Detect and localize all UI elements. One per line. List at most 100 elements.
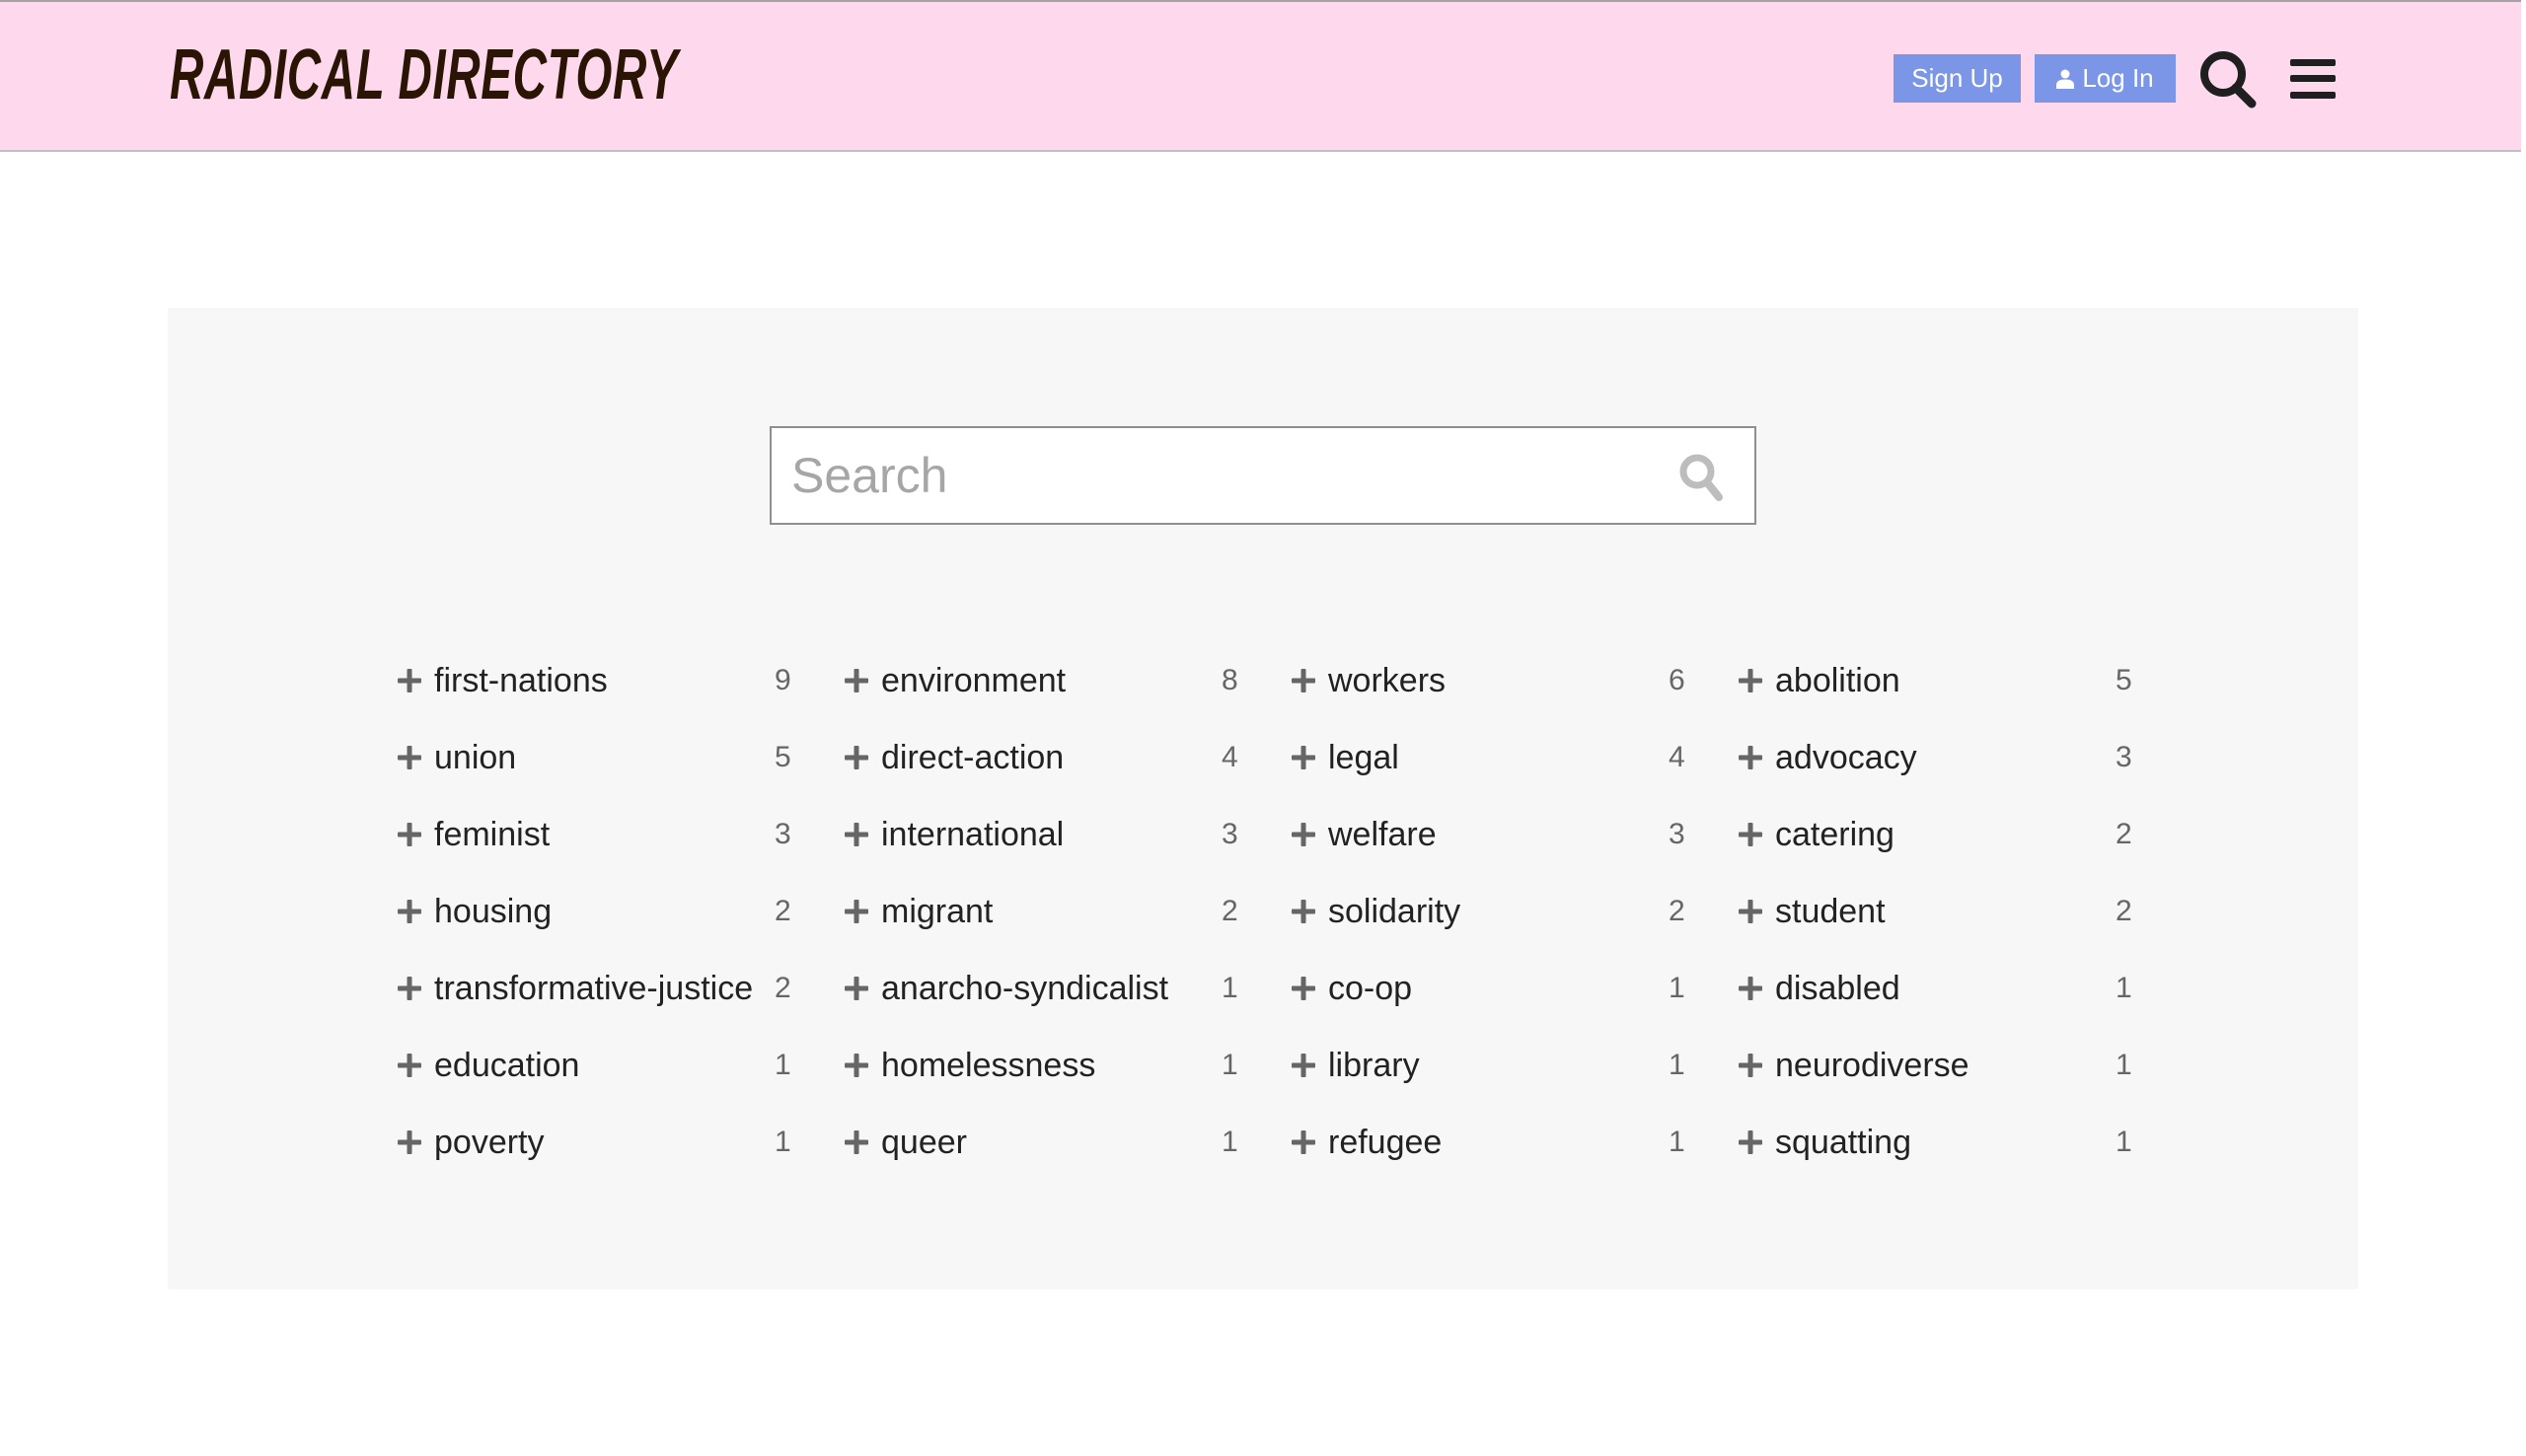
tag-item[interactable]: environment 8	[845, 651, 1259, 710]
site-logo[interactable]: RADICAL DIRECTORY	[170, 32, 679, 118]
tag-count: 2	[1222, 895, 1238, 927]
tag-item[interactable]: feminist 3	[398, 805, 812, 864]
hamburger-menu-icon[interactable]	[2287, 55, 2339, 103]
tag-count: 3	[2116, 741, 2132, 773]
tag-item[interactable]: first-nations 9	[398, 651, 812, 710]
plus-icon[interactable]	[1292, 977, 1315, 1000]
tag-item[interactable]: abolition 5	[1739, 651, 2153, 710]
plus-icon[interactable]	[398, 669, 421, 692]
tag-item[interactable]: student 2	[1739, 882, 2153, 941]
tag-item[interactable]: anarcho-syndicalist 1	[845, 959, 1259, 1018]
tag-label[interactable]: international	[881, 816, 1064, 854]
plus-icon[interactable]	[1292, 746, 1315, 769]
tag-label[interactable]: housing	[434, 893, 552, 931]
tag-item[interactable]: union 5	[398, 728, 812, 787]
tag-item[interactable]: queer 1	[845, 1113, 1259, 1172]
tag-item[interactable]: library 1	[1292, 1036, 1706, 1095]
tag-item[interactable]: neurodiverse 1	[1739, 1036, 2153, 1095]
tag-label[interactable]: first-nations	[434, 662, 608, 700]
plus-icon[interactable]	[398, 900, 421, 923]
plus-icon[interactable]	[398, 746, 421, 769]
tag-item[interactable]: co-op 1	[1292, 959, 1706, 1018]
plus-icon[interactable]	[1292, 1130, 1315, 1154]
tag-label[interactable]: education	[434, 1047, 579, 1085]
tag-item[interactable]: welfare 3	[1292, 805, 1706, 864]
plus-icon[interactable]	[845, 823, 868, 846]
tag-label[interactable]: squatting	[1775, 1124, 1911, 1162]
tag-label[interactable]: neurodiverse	[1775, 1047, 1969, 1085]
plus-icon[interactable]	[1292, 1054, 1315, 1077]
tag-label[interactable]: anarcho-syndicalist	[881, 970, 1168, 1008]
tag-item[interactable]: disabled 1	[1739, 959, 2153, 1018]
tag-item[interactable]: poverty 1	[398, 1113, 812, 1172]
tag-count: 2	[775, 972, 791, 1004]
tag-label[interactable]: welfare	[1328, 816, 1437, 854]
tag-label[interactable]: feminist	[434, 816, 550, 854]
tag-label[interactable]: poverty	[434, 1124, 545, 1162]
tag-item[interactable]: direct-action 4	[845, 728, 1259, 787]
plus-icon[interactable]	[1292, 900, 1315, 923]
tag-item[interactable]: housing 2	[398, 882, 812, 941]
tag-item[interactable]: refugee 1	[1292, 1113, 1706, 1172]
tag-label[interactable]: migrant	[881, 893, 993, 931]
tag-item[interactable]: international 3	[845, 805, 1259, 864]
plus-icon[interactable]	[1292, 823, 1315, 846]
plus-icon[interactable]	[1739, 746, 1762, 769]
tag-label[interactable]: direct-action	[881, 739, 1064, 777]
tag-item[interactable]: advocacy 3	[1739, 728, 2153, 787]
search-icon[interactable]	[2198, 49, 2260, 109]
tag-label[interactable]: advocacy	[1775, 739, 1917, 777]
tag-count: 1	[775, 1126, 791, 1158]
plus-icon[interactable]	[398, 1054, 421, 1077]
plus-icon[interactable]	[845, 669, 868, 692]
plus-icon[interactable]	[845, 746, 868, 769]
search-submit-icon[interactable]	[1677, 452, 1727, 503]
tag-item[interactable]: education 1	[398, 1036, 812, 1095]
plus-icon[interactable]	[1739, 900, 1762, 923]
tag-label[interactable]: student	[1775, 893, 1886, 931]
tag-label[interactable]: environment	[881, 662, 1066, 700]
search-box	[770, 426, 1756, 525]
tag-count: 1	[1222, 972, 1238, 1004]
tag-item[interactable]: workers 6	[1292, 651, 1706, 710]
tag-item[interactable]: transformative-justice 2	[398, 959, 812, 1018]
plus-icon[interactable]	[1739, 1054, 1762, 1077]
tag-label[interactable]: refugee	[1328, 1124, 1442, 1162]
plus-icon[interactable]	[845, 1054, 868, 1077]
plus-icon[interactable]	[398, 977, 421, 1000]
tag-item[interactable]: homelessness 1	[845, 1036, 1259, 1095]
tag-item[interactable]: solidarity 2	[1292, 882, 1706, 941]
tag-count: 1	[1669, 1049, 1685, 1081]
tag-label[interactable]: disabled	[1775, 970, 1900, 1008]
tag-label[interactable]: library	[1328, 1047, 1420, 1085]
tag-label[interactable]: transformative-justice	[434, 970, 753, 1008]
tag-label[interactable]: abolition	[1775, 662, 1900, 700]
tag-item[interactable]: squatting 1	[1739, 1113, 2153, 1172]
tag-label[interactable]: legal	[1328, 739, 1399, 777]
tag-count: 1	[1669, 1126, 1685, 1158]
sign-up-button[interactable]: Sign Up	[1894, 54, 2021, 103]
tag-label[interactable]: co-op	[1328, 970, 1412, 1008]
plus-icon[interactable]	[398, 1130, 421, 1154]
plus-icon[interactable]	[1739, 977, 1762, 1000]
plus-icon[interactable]	[845, 977, 868, 1000]
tag-label[interactable]: union	[434, 739, 516, 777]
tag-label[interactable]: homelessness	[881, 1047, 1095, 1085]
search-input[interactable]	[772, 428, 1660, 523]
plus-icon[interactable]	[1739, 669, 1762, 692]
tag-item[interactable]: legal 4	[1292, 728, 1706, 787]
plus-icon[interactable]	[398, 823, 421, 846]
tag-label[interactable]: workers	[1328, 662, 1446, 700]
plus-icon[interactable]	[1739, 1130, 1762, 1154]
plus-icon[interactable]	[845, 900, 868, 923]
tag-label[interactable]: solidarity	[1328, 893, 1460, 931]
tag-item[interactable]: migrant 2	[845, 882, 1259, 941]
log-in-button[interactable]: Log In	[2035, 54, 2176, 103]
plus-icon[interactable]	[845, 1130, 868, 1154]
tag-label[interactable]: queer	[881, 1124, 967, 1162]
tag-label[interactable]: catering	[1775, 816, 1894, 854]
plus-icon[interactable]	[1739, 823, 1762, 846]
tag-item[interactable]: catering 2	[1739, 805, 2153, 864]
plus-icon[interactable]	[1292, 669, 1315, 692]
tag-count: 1	[1222, 1049, 1238, 1081]
